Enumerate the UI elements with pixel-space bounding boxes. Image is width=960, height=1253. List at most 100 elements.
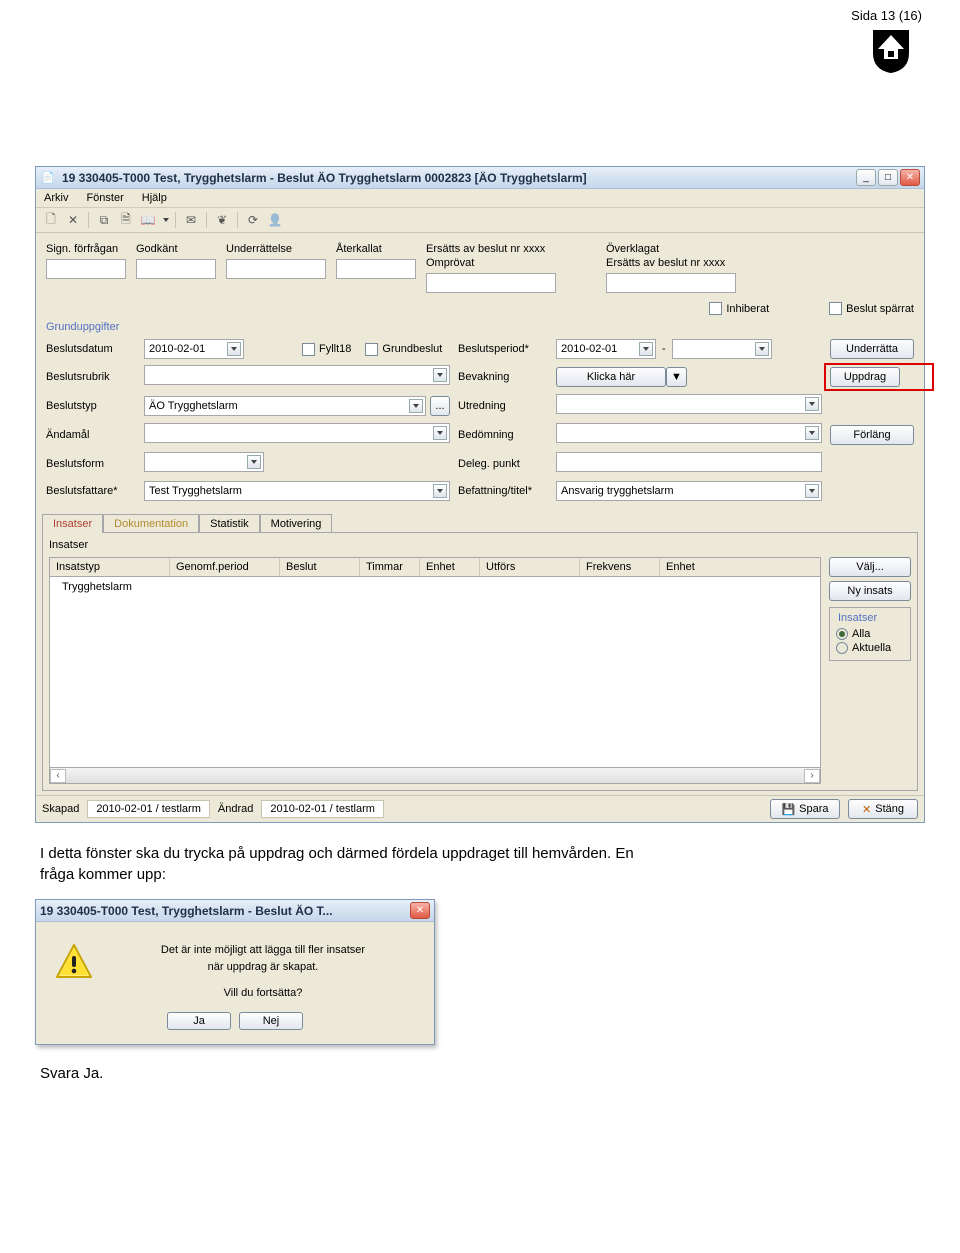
valj-button[interactable]: Välj... bbox=[829, 557, 911, 577]
scroll-left-icon[interactable]: ‹ bbox=[50, 769, 66, 783]
chevron-down-icon[interactable] bbox=[433, 426, 447, 440]
cell-insatstyp: Trygghetslarm bbox=[56, 579, 176, 595]
label-bedomning: Bedömning bbox=[458, 429, 543, 441]
label-bevakning: Bevakning bbox=[458, 371, 543, 383]
andamal-combo[interactable] bbox=[144, 423, 450, 443]
underratta-button[interactable]: Underrätta bbox=[830, 339, 914, 359]
table-row[interactable]: Trygghetslarm bbox=[56, 579, 814, 595]
label-godkant: Godkänt bbox=[136, 243, 218, 255]
col-enhet: Enhet bbox=[420, 558, 480, 576]
ersatts2-input[interactable] bbox=[606, 273, 736, 293]
radio-aktuella[interactable]: Aktuella bbox=[836, 642, 904, 654]
tab-motivering[interactable]: Motivering bbox=[260, 514, 333, 533]
label-deleg: Deleg. punkt bbox=[458, 458, 543, 470]
utredning-combo[interactable] bbox=[556, 394, 822, 414]
label-overklagat: Överklagat bbox=[606, 243, 906, 255]
chevron-down-icon[interactable] bbox=[755, 342, 769, 356]
window-title: 19 330405-T000 Test, Trygghetslarm - Bes… bbox=[62, 171, 856, 185]
col-timmar: Timmar bbox=[360, 558, 420, 576]
titlebar: 📄 19 330405-T000 Test, Trygghetslarm - B… bbox=[36, 167, 924, 189]
nej-button[interactable]: Nej bbox=[239, 1012, 303, 1030]
tab-insatser[interactable]: Insatser bbox=[42, 514, 103, 533]
chevron-down-icon[interactable] bbox=[433, 484, 447, 498]
label-beslutstyp: Beslutstyp bbox=[46, 400, 131, 412]
shield-logo-icon bbox=[872, 29, 910, 76]
beslutstyp-ellipsis-button[interactable]: ... bbox=[430, 396, 450, 416]
omprovat-input[interactable] bbox=[426, 273, 556, 293]
chevron-down-icon[interactable] bbox=[227, 342, 241, 356]
label-sign: Sign. förfrågan bbox=[46, 243, 128, 255]
app-icon: 📄 bbox=[40, 170, 56, 186]
bedomning-combo[interactable] bbox=[556, 423, 822, 443]
menu-fonster[interactable]: Fönster bbox=[86, 192, 123, 204]
inhiberat-checkbox[interactable]: Inhiberat bbox=[709, 302, 769, 315]
beslutsperiod-to-combo[interactable] bbox=[672, 339, 772, 359]
chevron-down-icon[interactable] bbox=[805, 484, 819, 498]
chevron-down-icon[interactable] bbox=[163, 218, 169, 222]
refresh-icon[interactable]: ⟳ bbox=[244, 211, 262, 229]
befattning-combo[interactable]: Ansvarig trygghetslarm bbox=[556, 481, 822, 501]
klicka-har-button[interactable]: Klicka här bbox=[556, 367, 666, 387]
ja-button[interactable]: Ja bbox=[167, 1012, 231, 1030]
label-befattning: Befattning/titel* bbox=[458, 485, 543, 497]
person-icon[interactable]: 👤 bbox=[266, 211, 284, 229]
copy-icon[interactable]: ⧉ bbox=[95, 211, 113, 229]
beslutsdatum-combo[interactable]: 2010-02-01 bbox=[144, 339, 244, 359]
radio-alla[interactable]: Alla bbox=[836, 628, 904, 640]
confirm-dialog: 19 330405-T000 Test, Trygghetslarm - Bes… bbox=[35, 899, 435, 1045]
godkant-input[interactable] bbox=[136, 259, 216, 279]
forlang-button[interactable]: Förläng bbox=[830, 425, 914, 445]
sign-input[interactable] bbox=[46, 259, 126, 279]
chevron-down-icon[interactable] bbox=[639, 342, 653, 356]
fyllt18-checkbox[interactable]: Fyllt18 bbox=[302, 343, 351, 356]
minimize-button[interactable]: _ bbox=[856, 169, 876, 186]
scroll-right-icon[interactable]: › bbox=[804, 769, 820, 783]
label-andamal: Ändamål bbox=[46, 429, 131, 441]
stang-button[interactable]: ✕Stäng bbox=[848, 799, 918, 819]
horizontal-scrollbar[interactable]: ‹ › bbox=[50, 767, 820, 783]
beslutsform-combo[interactable] bbox=[144, 452, 264, 472]
menu-hjalp[interactable]: Hjälp bbox=[142, 192, 167, 204]
answer-text: Svara Ja. bbox=[40, 1065, 920, 1082]
close-button[interactable]: ✕ bbox=[900, 169, 920, 186]
uppdrag-button[interactable]: Uppdrag bbox=[830, 367, 900, 387]
col-enhet2: Enhet bbox=[660, 558, 720, 576]
doc-icon[interactable]: 🗎 bbox=[117, 211, 135, 229]
chevron-down-icon[interactable] bbox=[409, 399, 423, 413]
beslutstyp-combo[interactable]: ÄO Trygghetslarm bbox=[144, 396, 426, 416]
col-frekvens: Frekvens bbox=[580, 558, 660, 576]
warning-icon bbox=[54, 942, 94, 982]
aterkallat-input[interactable] bbox=[336, 259, 416, 279]
maximize-button[interactable]: □ bbox=[878, 169, 898, 186]
grundbeslut-checkbox[interactable]: Grundbeslut bbox=[365, 343, 442, 356]
check-icon[interactable]: ❦ bbox=[213, 211, 231, 229]
chevron-down-icon[interactable] bbox=[805, 426, 819, 440]
beslutsperiod-from-combo[interactable]: 2010-02-01 bbox=[556, 339, 656, 359]
underrattelse-input[interactable] bbox=[226, 259, 326, 279]
label-underrattelse: Underrättelse bbox=[226, 243, 328, 255]
mail-icon[interactable]: ✉ bbox=[182, 211, 200, 229]
chevron-down-icon[interactable] bbox=[805, 397, 819, 411]
spara-button[interactable]: 💾Spara bbox=[770, 799, 840, 819]
ny-insats-button[interactable]: Ny insats bbox=[829, 581, 911, 601]
insatser-table: Insatstyp Genomf.period Beslut Timmar En… bbox=[49, 557, 821, 784]
deleg-input[interactable] bbox=[556, 452, 822, 472]
label-beslutsform: Beslutsform bbox=[46, 458, 131, 470]
delete-icon[interactable]: ✕ bbox=[64, 211, 82, 229]
tab-statistik[interactable]: Statistik bbox=[199, 514, 260, 533]
dash: - bbox=[662, 343, 666, 355]
new-icon[interactable]: 🗋 bbox=[42, 211, 60, 229]
menu-arkiv[interactable]: Arkiv bbox=[44, 192, 68, 204]
grunduppgifter-label: Grunduppgifter bbox=[36, 321, 924, 333]
skapad-value: 2010-02-01 / testlarm bbox=[87, 800, 210, 818]
dialog-close-button[interactable]: ✕ bbox=[410, 902, 430, 919]
beslutsrubrik-combo[interactable] bbox=[144, 365, 450, 385]
book-icon[interactable]: 📖 bbox=[139, 211, 157, 229]
beslut-sparrat-checkbox[interactable]: Beslut spärrat bbox=[829, 302, 914, 315]
dialog-line2: när uppdrag är skapat. bbox=[110, 959, 416, 976]
beslutsfattare-combo[interactable]: Test Trygghetslarm bbox=[144, 481, 450, 501]
bevakning-drop-button[interactable]: ▼ bbox=[666, 367, 687, 387]
chevron-down-icon[interactable] bbox=[433, 368, 447, 382]
chevron-down-icon[interactable] bbox=[247, 455, 261, 469]
tab-dokumentation[interactable]: Dokumentation bbox=[103, 514, 199, 533]
